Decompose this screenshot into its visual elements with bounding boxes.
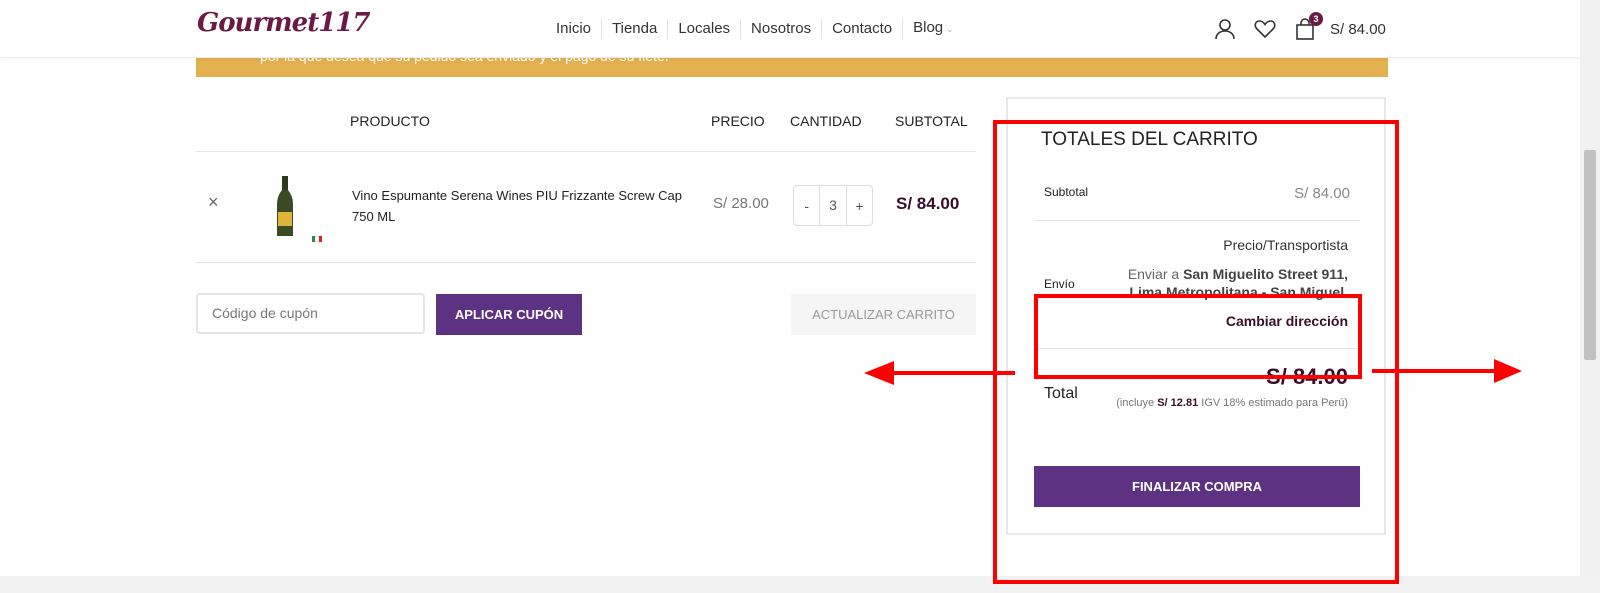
update-cart-button[interactable]: ACTUALIZAR CARRITO bbox=[791, 294, 976, 335]
qty-input[interactable]: 3 bbox=[819, 186, 847, 225]
nav-item-blog-label[interactable]: Blog bbox=[913, 19, 943, 36]
shipping-label: Envío bbox=[1044, 277, 1075, 291]
chevron-down-icon: ⌄ bbox=[946, 24, 954, 34]
nav-item-tienda[interactable]: Tienda bbox=[601, 18, 667, 39]
header-product: PRODUCTO bbox=[350, 113, 430, 129]
nav-item-nosotros[interactable]: Nosotros bbox=[740, 18, 821, 39]
checkout-button[interactable]: FINALIZAR COMPRA bbox=[1034, 466, 1360, 507]
cart-table-header: PRODUCTO PRECIO CANTIDAD SUBTOTAL bbox=[196, 108, 976, 152]
tax-note: (incluye S/ 12.81 IGV 18% estimado para … bbox=[1108, 393, 1348, 413]
total-value: S/ 84.00 bbox=[1266, 364, 1348, 389]
nav-item-contacto[interactable]: Contacto bbox=[821, 18, 902, 39]
site-header: Gourmet117 Inicio Tienda Locales Nosotro… bbox=[0, 0, 1580, 58]
cart-total-amount[interactable]: S/ 84.00 bbox=[1330, 21, 1386, 38]
coupon-input[interactable]: Código de cupón bbox=[196, 293, 425, 334]
header-subtotal: SUBTOTAL bbox=[895, 113, 968, 129]
page-footer-band bbox=[0, 576, 1600, 593]
qty-minus-button[interactable]: - bbox=[794, 198, 819, 214]
italy-flag-icon bbox=[312, 236, 322, 242]
nav-item-blog[interactable]: Blog ⌄ bbox=[902, 18, 964, 39]
main-nav: Inicio Tienda Locales Nosotros Contacto … bbox=[546, 18, 964, 39]
cart-totals-panel: TOTALES DEL CARRITO Subtotal S/ 84.00 En… bbox=[1006, 97, 1386, 535]
nav-item-inicio[interactable]: Inicio bbox=[546, 19, 601, 39]
shipping-destination: Enviar a San Miguelito Street 911, Lima … bbox=[1108, 265, 1348, 301]
table-row: × Vino Espumante Serena Wines PIU Frizza… bbox=[196, 152, 976, 263]
remove-item-icon[interactable]: × bbox=[208, 192, 219, 213]
ship-prefix: Enviar a bbox=[1127, 266, 1184, 282]
page: Gourmet117 Inicio Tienda Locales Nosotro… bbox=[0, 0, 1580, 576]
change-address-link[interactable]: Cambiar dirección bbox=[1226, 313, 1348, 329]
product-name[interactable]: Vino Espumante Serena Wines PIU Frizzant… bbox=[352, 185, 692, 227]
totals-subtotal-row: Subtotal S/ 84.00 bbox=[1034, 171, 1360, 221]
site-logo[interactable]: Gourmet117 bbox=[197, 8, 370, 38]
subtotal-value: S/ 84.00 bbox=[1294, 185, 1350, 202]
quantity-stepper: - 3 + bbox=[793, 185, 873, 226]
tax-prefix: (incluye bbox=[1116, 397, 1158, 409]
product-price: S/ 28.00 bbox=[713, 195, 769, 212]
heart-icon[interactable] bbox=[1252, 16, 1278, 42]
header-price: PRECIO bbox=[711, 113, 765, 129]
header-quantity: CANTIDAD bbox=[790, 113, 862, 129]
tax-amount: S/ 12.81 bbox=[1157, 397, 1199, 409]
vertical-scrollbar[interactable] bbox=[1580, 0, 1600, 576]
qty-plus-button[interactable]: + bbox=[847, 198, 872, 214]
user-icon[interactable] bbox=[1212, 16, 1238, 42]
apply-coupon-button[interactable]: APLICAR CUPÓN bbox=[436, 294, 582, 335]
total-label: Total bbox=[1044, 385, 1078, 402]
totals-title: TOTALES DEL CARRITO bbox=[1041, 129, 1258, 150]
tax-suffix: IGV 18% estimado para Perú) bbox=[1198, 397, 1348, 409]
nav-item-locales[interactable]: Locales bbox=[667, 18, 740, 39]
row-subtotal: S/ 84.00 bbox=[896, 194, 960, 213]
shipping-method: Precio/Transportista bbox=[1223, 237, 1348, 253]
cart-icon[interactable]: 3 bbox=[1292, 12, 1323, 42]
subtotal-label: Subtotal bbox=[1044, 185, 1089, 199]
cart-count-badge: 3 bbox=[1309, 12, 1323, 26]
scrollbar-thumb[interactable] bbox=[1584, 150, 1596, 360]
header-icons: 3 S/ 84.00 bbox=[1212, 12, 1386, 42]
product-image[interactable] bbox=[274, 176, 296, 238]
